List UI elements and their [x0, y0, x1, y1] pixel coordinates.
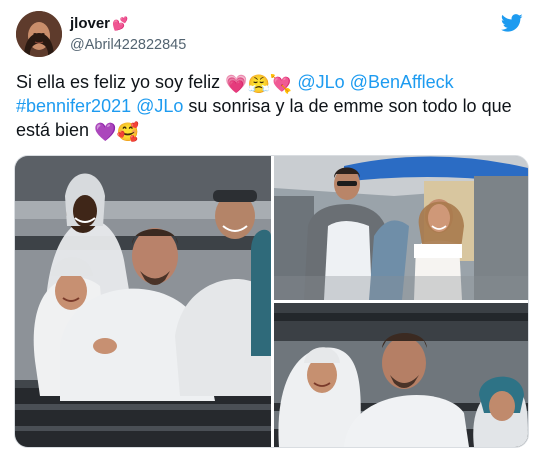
- user-handle[interactable]: @Abril422822845: [70, 37, 186, 53]
- author-name-row[interactable]: jlover 💕: [70, 15, 128, 32]
- tweet-emoji-group: 💗😤💘: [225, 74, 293, 94]
- tweet-emoji-group: 💜🥰: [94, 122, 139, 142]
- user-avatar[interactable]: [16, 11, 62, 57]
- tweet-photo-ride-group[interactable]: [15, 156, 271, 447]
- media-grid: [14, 155, 529, 448]
- name-emoji: 💕: [112, 15, 129, 31]
- twitter-bird-icon[interactable]: [500, 12, 524, 34]
- tweet-photo-couple-walking[interactable]: [274, 156, 528, 300]
- mention-link[interactable]: @JLo: [297, 72, 344, 92]
- tweet-text: Si ella es feliz yo soy feliz 💗😤💘 @JLo @…: [16, 70, 524, 142]
- tweet-photo-ride-closeup[interactable]: [274, 303, 528, 447]
- mention-link[interactable]: @BenAffleck: [350, 72, 454, 92]
- mention-link[interactable]: @JLo: [136, 96, 183, 116]
- tweet-text-part: Si ella es feliz yo soy feliz: [16, 72, 226, 92]
- hashtag-link[interactable]: #bennifer2021: [16, 96, 131, 116]
- display-name[interactable]: jlover: [70, 15, 110, 32]
